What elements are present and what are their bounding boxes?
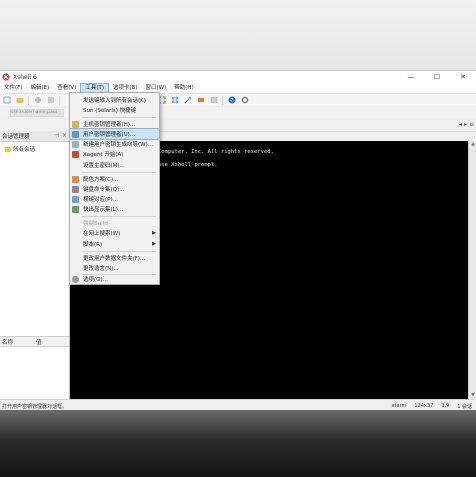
menu-separator bbox=[82, 216, 156, 217]
menu-item-send-keys-all[interactable]: 发送键输入到所有会话(K) bbox=[70, 95, 159, 105]
settings-icon[interactable] bbox=[240, 96, 249, 105]
key-icon bbox=[72, 120, 79, 128]
properties-col-value: 值 bbox=[36, 339, 42, 346]
menu-separator bbox=[82, 172, 156, 173]
status-term-size: 124x37 bbox=[414, 403, 434, 409]
desktop-background-bottom bbox=[0, 410, 476, 477]
toolbar-separator bbox=[28, 95, 29, 105]
properties-header: 名称 值 bbox=[0, 337, 69, 347]
new-session-icon[interactable] bbox=[2, 96, 11, 105]
session-manager-pane: 会话管理器 ⊣ × 所有会话 名称 值 bbox=[0, 131, 70, 402]
menu-item-color-scheme[interactable]: 配色方案(C)... bbox=[70, 174, 159, 184]
status-term-type: xterm bbox=[391, 403, 407, 409]
session-manager-header: 会话管理器 ⊣ × bbox=[0, 131, 69, 142]
layout-icon[interactable] bbox=[209, 96, 218, 105]
menu-item-display-set[interactable]: 快出显示集(L)... bbox=[70, 204, 159, 214]
menu-item-new-key-wizard[interactable]: 新建用户密钥生成向导(W)... bbox=[70, 139, 159, 149]
open-folder-icon[interactable] bbox=[15, 96, 24, 105]
desktop-background-top bbox=[0, 0, 476, 70]
menu-item-master-password[interactable]: 设置主密码(M)... bbox=[70, 160, 159, 170]
pane-controls: ⊣ × bbox=[54, 132, 67, 139]
color-icon[interactable] bbox=[196, 96, 205, 105]
window-title: Xshell 6 bbox=[13, 73, 37, 81]
svg-text:?: ? bbox=[230, 98, 233, 104]
color-scheme-icon bbox=[72, 175, 79, 183]
status-cursor-pos: 3,9 bbox=[441, 403, 450, 409]
options-icon bbox=[72, 275, 79, 283]
disconnect-icon[interactable] bbox=[46, 96, 55, 105]
session-manager-title: 会话管理器 bbox=[2, 134, 30, 140]
pin-icon[interactable]: ⊣ bbox=[54, 132, 59, 139]
close-button[interactable]: ✕ bbox=[450, 71, 476, 83]
status-info: xterm 124x37 3,9 1 会话 bbox=[392, 403, 472, 410]
xagent-icon bbox=[72, 150, 79, 158]
connect-icon[interactable] bbox=[33, 96, 42, 105]
scroll-down-icon[interactable]: ▼ bbox=[469, 392, 476, 399]
menu-separator bbox=[82, 251, 156, 252]
address-input[interactable]: ssh://username:pass bbox=[10, 108, 64, 117]
tab-navigation: ◂ ▸ ≡ bbox=[459, 121, 474, 128]
menu-item-host-key-manager[interactable]: 主机密钥管理者(H)... bbox=[70, 119, 159, 129]
maximize-button[interactable]: ☐ bbox=[424, 71, 450, 83]
menu-item-keyboard-commands[interactable]: 键盘命令集(Q)... bbox=[70, 184, 159, 194]
grid-icon[interactable] bbox=[170, 96, 179, 105]
menu-item-web-search[interactable]: 在网上搜索(W) ▶ bbox=[70, 228, 159, 238]
toolbar-separator bbox=[222, 95, 223, 105]
mapping-icon bbox=[72, 195, 79, 203]
menu-item-user-key-manager[interactable]: 用户密钥管理者(U)... bbox=[69, 128, 160, 140]
menu-item-options[interactable]: 选项(O)... bbox=[70, 274, 159, 284]
toolbar-separator bbox=[59, 95, 60, 105]
title-bar: Xshell 6 — ☐ ✕ bbox=[0, 71, 476, 83]
menu-item-key-mapping[interactable]: 横键对应(P)... bbox=[70, 194, 159, 204]
menu-edit[interactable]: 编辑(E) bbox=[26, 83, 53, 93]
keyboard-icon bbox=[72, 185, 79, 193]
submenu-arrow-icon: ▶ bbox=[152, 230, 156, 236]
pane-close-icon[interactable]: × bbox=[62, 132, 67, 139]
properties-pane: 名称 值 bbox=[0, 336, 69, 402]
status-message: 打开用户密钥管理器对话框。 bbox=[2, 404, 68, 410]
user-key-icon bbox=[72, 130, 79, 138]
menu-help[interactable]: 帮助(H) bbox=[170, 83, 197, 93]
menu-file[interactable]: 文件(F) bbox=[0, 83, 26, 93]
menu-item-build-disabled: 强制Build bbox=[83, 221, 108, 227]
status-session-count: 1 会话 bbox=[457, 404, 472, 410]
terminal-scrollbar[interactable]: ▲ ▼ bbox=[468, 141, 476, 399]
tree-item-all-sessions[interactable]: 所有会话 bbox=[5, 145, 69, 153]
menu-item-change-language[interactable]: 更改语言(N)... bbox=[70, 263, 159, 273]
menu-item-sun-shortcuts[interactable]: Sun (Solaris) 快捷键 bbox=[70, 105, 159, 115]
tools-icon[interactable] bbox=[183, 96, 192, 105]
window-controls: — ☐ ✕ bbox=[398, 71, 476, 83]
xshell-logo-icon bbox=[2, 73, 10, 81]
menu-item-xagent[interactable]: Xagent 开始(A) bbox=[70, 149, 159, 159]
tab-prev-icon[interactable]: ◂ bbox=[459, 121, 462, 128]
folder-icon bbox=[5, 146, 11, 152]
menu-item-change-data-folder[interactable]: 更改用户数据文件夹(F)... bbox=[70, 253, 159, 263]
tools-dropdown-menu: 发送键输入到所有会话(K) Sun (Solaris) 快捷键 主机密钥管理者(… bbox=[69, 92, 160, 285]
menu-separator bbox=[82, 117, 156, 118]
tab-next-icon[interactable]: ▸ bbox=[464, 121, 467, 128]
wizard-icon bbox=[72, 140, 79, 148]
help-icon[interactable]: ? bbox=[227, 96, 236, 105]
tree-item-label: 所有会话 bbox=[13, 147, 36, 153]
display-icon bbox=[72, 205, 79, 213]
terminal-line: Computer, Inc. All rights reserved. bbox=[158, 149, 274, 155]
minimize-button[interactable]: — bbox=[398, 71, 424, 83]
tab-list-icon[interactable]: ≡ bbox=[469, 121, 474, 128]
terminal-line: use Xshell prompt. bbox=[158, 162, 218, 168]
submenu-arrow-icon: ▶ bbox=[152, 241, 156, 247]
properties-col-name: 名称 bbox=[2, 339, 14, 346]
scroll-up-icon[interactable]: ▲ bbox=[469, 141, 476, 148]
menu-item-script[interactable]: 脚本(R) ▶ bbox=[70, 239, 159, 249]
